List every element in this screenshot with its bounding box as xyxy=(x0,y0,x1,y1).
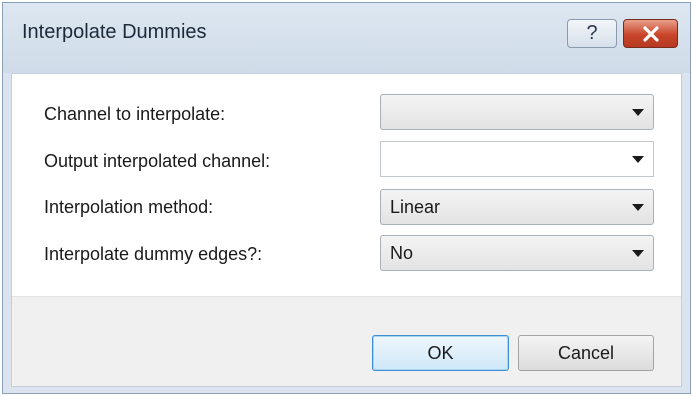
output-interpolated-channel-combo[interactable] xyxy=(380,141,654,177)
chevron-down-icon xyxy=(632,156,644,163)
interpolation-method-value: Linear xyxy=(390,197,441,217)
interpolation-method-label: Interpolation method: xyxy=(44,197,214,217)
interpolate-dummy-edges-label: Interpolate dummy edges?: xyxy=(44,244,263,264)
interpolate-dummy-edges-value: No xyxy=(390,243,414,263)
chevron-down-icon xyxy=(632,250,644,257)
chevron-down-icon xyxy=(632,109,644,116)
channel-to-interpolate-label: Channel to interpolate: xyxy=(44,104,226,124)
button-bar: OK Cancel xyxy=(12,296,681,386)
interpolate-dummy-edges-dropdown[interactable]: No xyxy=(380,235,654,271)
close-icon xyxy=(642,25,659,42)
ok-button[interactable]: OK xyxy=(372,335,509,371)
dialog-window: Interpolate Dummies ? Channel to interpo… xyxy=(2,2,691,394)
output-interpolated-channel-label: Output interpolated channel: xyxy=(44,151,271,171)
form-area: Channel to interpolate: Output interpola… xyxy=(12,74,681,296)
cancel-button[interactable]: Cancel xyxy=(518,335,654,371)
help-icon: ? xyxy=(586,22,598,44)
chevron-down-icon xyxy=(632,204,644,211)
interpolation-method-dropdown[interactable]: Linear xyxy=(380,189,654,225)
dialog-title: Interpolate Dummies xyxy=(22,21,207,43)
help-button[interactable]: ? xyxy=(567,19,617,48)
channel-to-interpolate-dropdown[interactable] xyxy=(380,94,654,130)
dialog-content: Channel to interpolate: Output interpola… xyxy=(11,73,682,387)
close-button[interactable] xyxy=(623,19,678,48)
title-bar[interactable]: Interpolate Dummies ? xyxy=(3,3,690,73)
